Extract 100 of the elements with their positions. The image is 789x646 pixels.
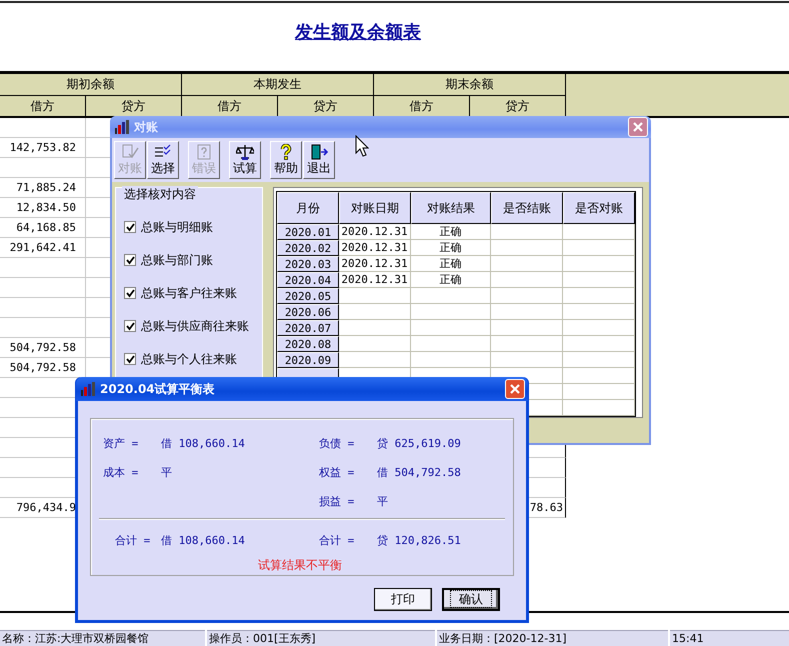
table-cell: 2020.12.31 [339,240,411,256]
column-header: 对账日期 [339,192,411,224]
table-cell [563,288,635,304]
table-cell [563,304,635,320]
dialog-button[interactable]: 确认 [442,588,500,611]
dialog-button[interactable]: 打印 [374,588,432,611]
table-cell: 2020.12.31 [339,224,411,240]
balance-label: 负债 = [319,437,354,450]
row-header: 2020.04 [277,272,339,288]
table-cell: 291,642.41 [0,238,86,258]
checkbox-label: 总账与明细账 [141,218,213,236]
status-pane: 操作员：001[王东秀] [207,630,435,646]
checkbox[interactable] [124,320,136,332]
toolbar-button[interactable]: 选择 [147,141,179,179]
table-cell [339,320,411,336]
bar-chart-icon [80,382,96,396]
total-label: 合计 = [115,534,150,547]
window-title: 对账 [134,118,158,136]
row-header: 2020.06 [277,304,339,320]
table-cell [491,256,563,272]
balance-value: 平 [377,495,388,508]
checkbox[interactable] [124,221,136,233]
table-cell [563,384,635,400]
table-cell [563,272,635,288]
table-cell [491,320,563,336]
row-header: 2020.08 [277,336,339,352]
checkbox[interactable] [124,287,136,299]
column-header: 对账结果 [411,192,491,224]
row-header: 2020.09 [277,352,339,368]
table-cell [563,320,635,336]
table-cell: 2020.12.31 [339,272,411,288]
table-cell: 正确 [411,256,491,272]
door-exit-icon [310,144,328,160]
toolbar-button[interactable]: 退出 [303,141,335,179]
column-header: 月份 [277,192,339,224]
column-header: 借方 [374,96,470,118]
checkbox[interactable] [124,254,136,266]
window-title: 2020.04试算平衡表 [100,380,215,398]
bar-chart-icon [114,120,130,134]
question-page-icon [195,144,213,160]
table-cell: 正确 [411,272,491,288]
column-group-header: 期初余额 [0,74,182,96]
toolbar-button[interactable]: 帮助 [270,141,302,179]
row-header: 2020.01 [277,224,339,240]
table-cell: 2020.12.31 [339,256,411,272]
column-group-header: 本期发生 [182,74,374,96]
column-header: 借方 [182,96,278,118]
mouse-cursor-icon [355,135,369,157]
total-value: 贷 120,826.51 [377,534,461,547]
row-header: 2020.07 [277,320,339,336]
toolbar-button[interactable]: 试算 [229,141,261,179]
table-cell [491,304,563,320]
column-header: 是否结账 [491,192,563,224]
balance-label: 资产 = [103,437,138,450]
total-label: 合计 = [319,534,354,547]
scale-icon [236,144,254,160]
close-icon [510,384,520,394]
checkbox-label: 总账与客户往来账 [141,284,237,302]
balance-value: 贷 625,619.09 [377,437,461,450]
close-button[interactable] [505,379,525,399]
table-cell: 504,792.58 [0,338,86,358]
column-group-header: 期末余额 [374,74,566,96]
table-cell [563,256,635,272]
table-cell [491,288,563,304]
row-header: 2020.05 [277,288,339,304]
close-icon [633,122,643,132]
table-cell [491,272,563,288]
column-header: 贷方 [86,96,182,118]
table-cell [563,352,635,368]
status-pane: 业务日期：[2020-12-31] [437,630,668,646]
table-cell [563,240,635,256]
checkbox-label: 总账与个人往来账 [141,350,237,368]
checkbox-label: 总账与供应商往来账 [141,318,249,334]
table-cell: 142,753.82 [0,138,86,158]
close-button[interactable] [628,117,648,137]
table-cell: 71,885.24 [0,178,86,198]
document-check-icon [121,144,139,160]
table-cell: 正确 [411,240,491,256]
table-cell [563,400,635,416]
group-title: 选择核对内容 [122,186,198,203]
table-cell [563,368,635,384]
result-message: 试算结果不平衡 [258,557,342,574]
checkbox-label: 总账与部门账 [141,252,213,268]
table-cell [491,336,563,352]
table-cell [491,352,563,368]
report-title: 发生额及余额表 [295,21,421,44]
balance-value: 平 [161,466,172,479]
checkbox[interactable] [124,353,136,365]
table-cell [339,288,411,304]
table-cell: 12,834.50 [0,198,86,218]
column-header: 贷方 [470,96,566,118]
table-cell [563,224,635,240]
status-pane: 名称：江苏:大理市双桥园餐馆 [0,630,205,646]
table-cell [563,336,635,352]
balance-label: 权益 = [319,466,354,479]
balance-value: 借 504,792.58 [377,466,461,479]
row-header: 2020.03 [277,256,339,272]
table-cell [491,224,563,240]
balance-label: 损益 = [319,495,354,508]
status-pane: 15:41 [670,630,789,646]
